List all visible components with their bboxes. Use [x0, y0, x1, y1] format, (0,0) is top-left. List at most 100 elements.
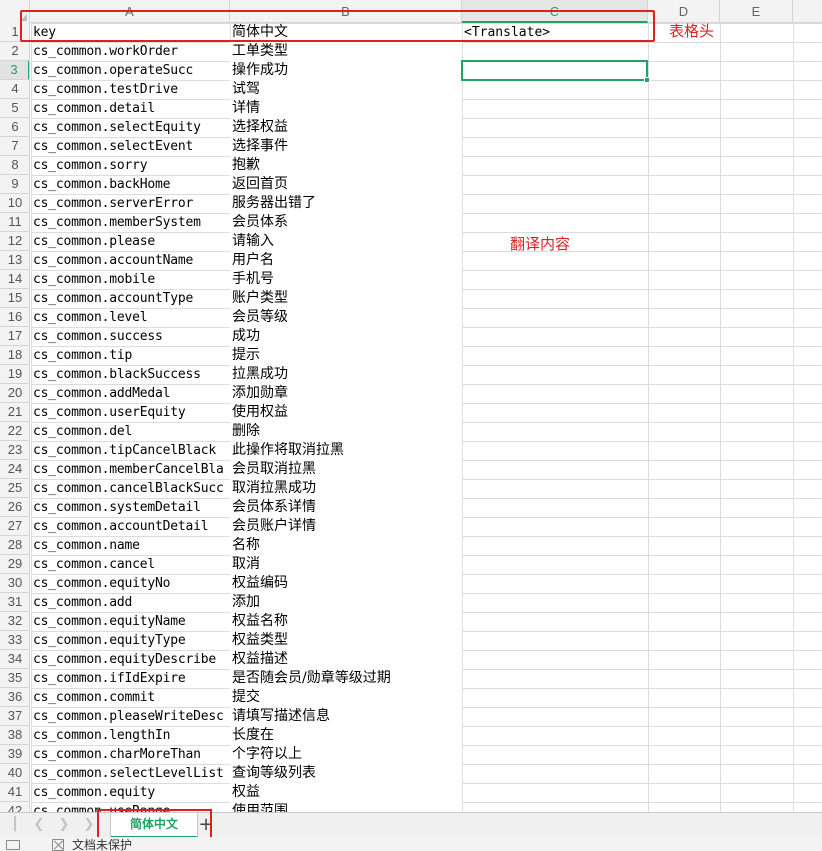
cell-zh-value[interactable]: 权益描述 [230, 650, 462, 669]
cell-zh-value[interactable]: 请输入 [230, 232, 462, 251]
cell-zh-value[interactable]: 权益编码 [230, 574, 462, 593]
row-header[interactable]: 13 [0, 251, 29, 270]
row-header[interactable]: 3 [0, 61, 29, 80]
cell-zh-value[interactable]: 试驾 [230, 80, 462, 99]
first-sheet-icon[interactable]: ┃ [6, 816, 24, 834]
cell-key[interactable]: cs_common.mobile [31, 270, 230, 289]
row-header[interactable]: 39 [0, 745, 29, 764]
cell-zh-value[interactable]: 使用权益 [230, 403, 462, 422]
cell-key[interactable]: cs_common.serverError [31, 194, 230, 213]
cell-key[interactable]: cs_common.selectEvent [31, 137, 230, 156]
row-header[interactable]: 7 [0, 137, 29, 156]
cell-zh-value[interactable]: 此操作将取消拉黑 [230, 441, 462, 460]
cell-key[interactable]: cs_common.tip [31, 346, 230, 365]
cell-zh-value[interactable]: 会员体系 [230, 213, 462, 232]
cell-key[interactable]: cs_common.equityNo [31, 574, 230, 593]
cell-key[interactable]: cs_common.equity [31, 783, 230, 802]
cell-zh-value[interactable]: 账户类型 [230, 289, 462, 308]
column-header-e[interactable]: E [720, 0, 793, 23]
cell-key[interactable]: cs_common.memberCancelBla [31, 460, 230, 479]
cell-key[interactable]: cs_common.add [31, 593, 230, 612]
cell-zh-value[interactable]: 添加勋章 [230, 384, 462, 403]
cell-zh-value[interactable]: 手机号 [230, 270, 462, 289]
row-header[interactable]: 24 [0, 460, 29, 479]
cell-key[interactable]: cs_common.workOrder [31, 42, 230, 61]
row-header[interactable]: 22 [0, 422, 29, 441]
cell-zh-value[interactable]: 提示 [230, 346, 462, 365]
row-header[interactable]: 40 [0, 764, 29, 783]
row-header[interactable]: 26 [0, 498, 29, 517]
row-header[interactable]: 15 [0, 289, 29, 308]
cell-key[interactable]: cs_common.userEquity [31, 403, 230, 422]
cell-key[interactable]: cs_common.testDrive [31, 80, 230, 99]
cell-zh-value[interactable]: 选择权益 [230, 118, 462, 137]
cell-key[interactable]: cs_common.accountType [31, 289, 230, 308]
cell-key[interactable]: cs_common.equityDescribe [31, 650, 230, 669]
row-header[interactable]: 5 [0, 99, 29, 118]
row-header[interactable]: 11 [0, 213, 29, 232]
cell-zh-value[interactable]: 工单类型 [230, 42, 462, 61]
cell-key[interactable]: cs_common.equityName [31, 612, 230, 631]
cell-zh-value[interactable]: 权益类型 [230, 631, 462, 650]
row-header[interactable]: 25 [0, 479, 29, 498]
cell-key[interactable]: cs_common.backHome [31, 175, 230, 194]
cell-key[interactable]: cs_common.equityType [31, 631, 230, 650]
cell-zh-value[interactable]: 操作成功 [230, 61, 462, 80]
cell-zh-value[interactable]: 请填写描述信息 [230, 707, 462, 726]
row-header[interactable]: 36 [0, 688, 29, 707]
last-sheet-icon[interactable]: ❯ [80, 816, 98, 834]
next-sheet-icon[interactable]: ❯ [55, 816, 73, 834]
cell-zh-value[interactable]: 会员等级 [230, 308, 462, 327]
cell-zh-value[interactable]: 长度在 [230, 726, 462, 745]
spreadsheet-grid[interactable]: A B C D E 1 2 3 4 5 6 7 8 9 10 11 12 13 14 15 16 17 18 19… [0, 0, 822, 812]
cell-zh-value[interactable]: 选择事件 [230, 137, 462, 156]
cell-zh-value[interactable]: 取消 [230, 555, 462, 574]
cell-key[interactable]: cs_common.accountDetail [31, 517, 230, 536]
cell-key[interactable]: cs_common.please [31, 232, 230, 251]
row-header[interactable]: 21 [0, 403, 29, 422]
cell-key[interactable]: cs_common.operateSucc [31, 61, 230, 80]
cell-key[interactable]: cs_common.pleaseWriteDesc [31, 707, 230, 726]
row-header[interactable]: 8 [0, 156, 29, 175]
cell-zh-value[interactable]: 会员账户详情 [230, 517, 462, 536]
cell-key[interactable]: cs_common.cancelBlackSucc [31, 479, 230, 498]
cell-zh-value[interactable]: 删除 [230, 422, 462, 441]
prev-sheet-icon[interactable]: ❮ [30, 816, 48, 834]
row-header[interactable]: 17 [0, 327, 29, 346]
cell-key[interactable]: cs_common.accountName [31, 251, 230, 270]
row-header[interactable]: 42 [0, 802, 29, 812]
fill-handle[interactable] [644, 77, 650, 83]
row-header[interactable]: 32 [0, 612, 29, 631]
cell-zh-value[interactable]: 使用范围 [230, 802, 462, 812]
cell-zh-value[interactable]: 详情 [230, 99, 462, 118]
selected-cell-c3[interactable] [461, 60, 650, 83]
row-header[interactable]: 23 [0, 441, 29, 460]
row-header[interactable]: 31 [0, 593, 29, 612]
row-header[interactable]: 41 [0, 783, 29, 802]
cell-zh-value[interactable]: 查询等级列表 [230, 764, 462, 783]
cell-key[interactable]: cs_common.success [31, 327, 230, 346]
cell-key[interactable]: cs_common.ifIdExpire [31, 669, 230, 688]
row-header[interactable]: 12 [0, 232, 29, 251]
row-header[interactable]: 34 [0, 650, 29, 669]
cell-zh-value[interactable]: 会员取消拉黑 [230, 460, 462, 479]
row-header[interactable]: 9 [0, 175, 29, 194]
row-header[interactable]: 38 [0, 726, 29, 745]
row-header[interactable]: 2 [0, 42, 29, 61]
cell-key[interactable]: cs_common.lengthIn [31, 726, 230, 745]
row-header[interactable]: 29 [0, 555, 29, 574]
row-header[interactable]: 35 [0, 669, 29, 688]
cell-key[interactable]: cs_common.memberSystem [31, 213, 230, 232]
row-header[interactable]: 16 [0, 308, 29, 327]
cell-zh-value[interactable]: 权益 [230, 783, 462, 802]
row-header[interactable]: 20 [0, 384, 29, 403]
cell-zh-value[interactable]: 抱歉 [230, 156, 462, 175]
cell-key[interactable]: cs_common.sorry [31, 156, 230, 175]
row-header[interactable]: 37 [0, 707, 29, 726]
cell-key[interactable]: cs_common.commit [31, 688, 230, 707]
row-header[interactable]: 27 [0, 517, 29, 536]
cell-key[interactable]: cs_common.charMoreThan [31, 745, 230, 764]
row-header[interactable]: 6 [0, 118, 29, 137]
cell-key[interactable]: cs_common.tipCancelBlack [31, 441, 230, 460]
cell-key[interactable]: cs_common.del [31, 422, 230, 441]
